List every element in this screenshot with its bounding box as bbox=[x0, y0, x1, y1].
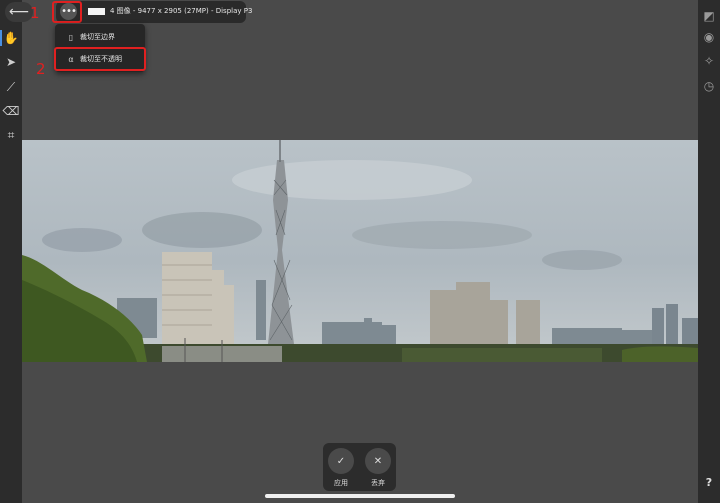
hand-icon[interactable]: ✋ bbox=[0, 30, 19, 46]
discard-button[interactable]: ✕ bbox=[365, 448, 391, 474]
eraser-icon[interactable]: ⌫ bbox=[3, 103, 20, 119]
image-adjust-icon[interactable]: ◩ bbox=[701, 8, 717, 24]
menu-item-crop-to-bounds[interactable]: ▯ 裁切至边界 bbox=[55, 26, 145, 48]
document-info: 4 图像 - 9477 x 2905 (27MP) - Display P3 bbox=[110, 7, 253, 15]
annotation-number-2: 2 bbox=[36, 60, 46, 78]
left-toolbar: ✋ ➤ ⟋ ⌫ ⌗ bbox=[0, 0, 22, 503]
crop-to-bounds-icon: ▯ bbox=[68, 32, 74, 42]
home-indicator[interactable] bbox=[265, 494, 455, 498]
camera-icon[interactable]: ◉ bbox=[701, 29, 717, 45]
crop-icon[interactable]: ⌗ bbox=[3, 127, 19, 143]
annotation-box-2 bbox=[54, 47, 146, 71]
sparkle-icon[interactable]: ✧ bbox=[701, 53, 717, 69]
annotation-box-1 bbox=[52, 1, 82, 23]
canvas-image[interactable] bbox=[22, 140, 698, 362]
back-button[interactable]: ⟵ bbox=[5, 2, 33, 22]
apply-label: 应用 bbox=[334, 479, 348, 487]
crop-action-panel: ✓ 应用 ✕ 丢弃 bbox=[323, 443, 396, 491]
apply-button[interactable]: ✓ bbox=[328, 448, 354, 474]
help-button[interactable]: ? bbox=[701, 475, 717, 491]
move-arrow-icon[interactable]: ➤ bbox=[3, 54, 19, 70]
brush-icon[interactable]: ⟋ bbox=[3, 79, 19, 95]
affinity-photo-workspace: ✋ ➤ ⟋ ⌫ ⌗ ◩ ◉ ✧ ◷ ? ⟵ ••• 4 图像 - 9477 x … bbox=[0, 0, 720, 503]
document-thumbnail bbox=[88, 8, 105, 15]
right-toolbar: ◩ ◉ ✧ ◷ ? bbox=[698, 0, 720, 503]
annotation-number-1: 1 bbox=[30, 4, 40, 22]
panorama-photo bbox=[22, 140, 698, 362]
discard-label: 丢弃 bbox=[371, 479, 385, 487]
menu-item-label: 裁切至边界 bbox=[80, 33, 115, 41]
history-clock-icon[interactable]: ◷ bbox=[701, 78, 717, 94]
